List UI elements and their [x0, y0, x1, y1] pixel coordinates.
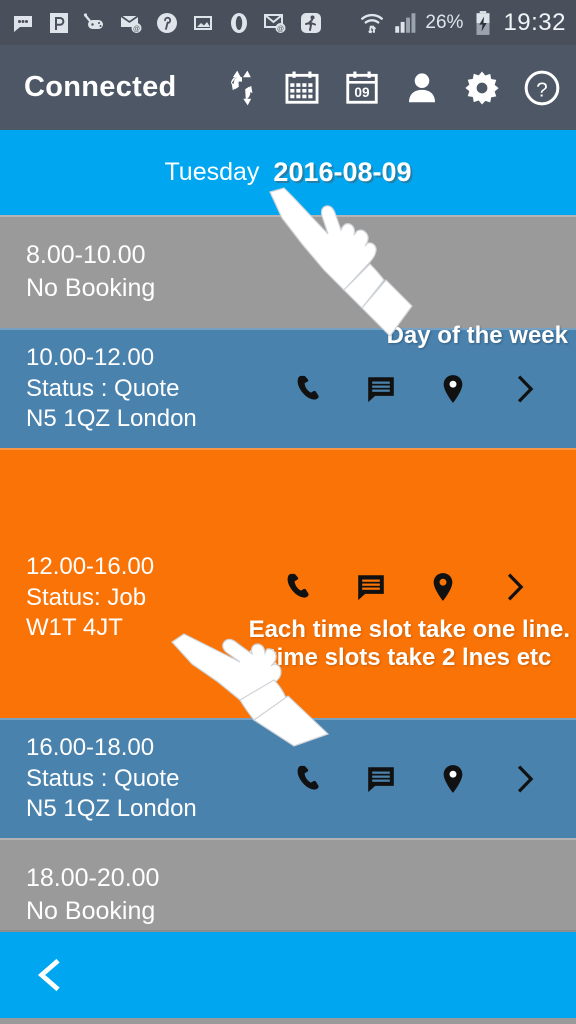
slot-text-block: 8.00-10.00 No Booking: [26, 239, 564, 304]
message-icon[interactable]: [354, 570, 388, 604]
chevron-right-icon[interactable]: [508, 762, 542, 796]
time-slot-row[interactable]: 16.00-18.00 Status : Quote N5 1QZ London: [0, 718, 576, 838]
app-p-icon: [46, 10, 72, 36]
slot-status: Status: Job: [26, 583, 147, 611]
svg-text:?: ?: [536, 78, 547, 101]
status-notification-icons: @ @: [10, 10, 359, 36]
phone-icon[interactable]: [292, 762, 326, 796]
opera-icon: [226, 10, 252, 36]
slot-actions: [292, 762, 564, 796]
location-pin-icon[interactable]: [436, 762, 470, 796]
status-clock: 19:32: [503, 8, 566, 36]
time-slot-row[interactable]: 10.00-12.00 Status : Quote N5 1QZ London: [0, 328, 576, 448]
pinterest-icon: [154, 10, 180, 36]
slot-text-block: 18.00-20.00 No Booking: [26, 862, 564, 927]
wifi-transfer-icon: [359, 10, 385, 36]
page-title: Connected: [24, 71, 177, 103]
app-header-actions: 09 ?: [177, 68, 562, 108]
svg-text:@: @: [277, 26, 284, 33]
phone-icon[interactable]: [282, 570, 316, 604]
message-icon[interactable]: [364, 762, 398, 796]
date-value: 2016-08-09: [273, 157, 412, 187]
slot-status: Status : Quote: [26, 374, 180, 402]
calendar-day-icon[interactable]: 09: [342, 68, 382, 108]
slot-location: W1T 4JT: [26, 614, 123, 642]
chevron-right-icon[interactable]: [498, 570, 532, 604]
chevron-right-icon[interactable]: [508, 372, 542, 406]
location-pin-icon[interactable]: [426, 570, 460, 604]
svg-text:@: @: [133, 26, 140, 33]
slot-time: 18.00-20.00: [26, 864, 160, 892]
slot-time: 8.00-10.00: [26, 241, 146, 269]
location-pin-icon[interactable]: [436, 372, 470, 406]
slot-actions: [292, 372, 564, 406]
mail-sync-icon: @: [262, 10, 288, 36]
date-day-of-week: Tuesday: [164, 158, 260, 186]
back-chevron-icon[interactable]: [28, 953, 72, 997]
time-slot-row[interactable]: 12.00-16.00 Status: Job W1T 4JT: [0, 448, 576, 718]
time-slot-row[interactable]: 8.00-10.00 No Booking: [0, 215, 576, 328]
bottom-navigation-bar: [0, 930, 576, 1018]
sync-icon[interactable]: [222, 68, 262, 108]
time-slot-row[interactable]: 18.00-20.00 No Booking: [0, 838, 576, 930]
slot-time: 16.00-18.00: [26, 733, 155, 761]
slot-status: No Booking: [26, 273, 156, 302]
messages-icon: [10, 10, 36, 36]
phone-icon[interactable]: [292, 372, 326, 406]
signal-bars-icon: [392, 10, 418, 36]
slot-status: No Booking: [26, 896, 156, 925]
slot-actions: [282, 570, 554, 604]
slot-time: 12.00-16.00: [26, 553, 155, 580]
mail-at-icon: @: [118, 10, 144, 36]
activity-running-icon: [298, 10, 324, 36]
help-icon[interactable]: ?: [522, 68, 562, 108]
status-system-indicators: 26% 19:32: [359, 9, 566, 37]
game-controller-icon: [82, 10, 108, 36]
slot-status: Status : Quote: [26, 764, 180, 792]
message-icon[interactable]: [364, 372, 398, 406]
slot-location: N5 1QZ London: [26, 795, 197, 823]
calendar-month-icon[interactable]: [282, 68, 322, 108]
android-status-bar: @ @ 26% 19:32: [0, 0, 576, 45]
person-icon[interactable]: [402, 68, 442, 108]
photo-icon: [190, 10, 216, 36]
slot-text-block: 10.00-12.00 Status : Quote N5 1QZ London: [26, 343, 292, 435]
battery-percent-label: 26%: [425, 11, 464, 33]
slot-text-block: 16.00-18.00 Status : Quote N5 1QZ London: [26, 733, 292, 825]
battery-charging-icon: [470, 10, 496, 36]
slot-text-block: 12.00-16.00 Status: Job W1T 4JT: [26, 552, 154, 644]
time-slot-list: 8.00-10.00 No Booking 10.00-12.00 Status…: [0, 215, 576, 930]
gear-icon[interactable]: [462, 68, 502, 108]
slot-time: 10.00-12.00: [26, 343, 155, 371]
app-header-bar: Connected 09 ?: [0, 45, 576, 130]
calendar-day-number: 09: [354, 85, 370, 100]
date-bar[interactable]: Tuesday 2016-08-09: [0, 130, 576, 215]
slot-location: N5 1QZ London: [26, 405, 197, 433]
